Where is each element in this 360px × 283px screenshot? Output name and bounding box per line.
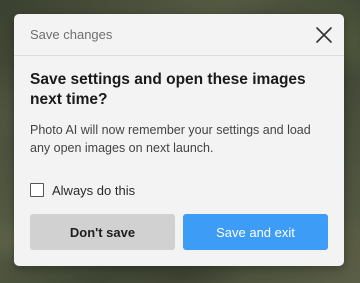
close-icon xyxy=(316,27,332,43)
dialog-message: Photo AI will now remember your settings… xyxy=(30,123,311,155)
always-do-this-option[interactable]: Always do this xyxy=(30,182,135,198)
always-do-this-checkbox[interactable] xyxy=(30,183,44,197)
close-button[interactable] xyxy=(314,25,334,45)
dialog-header: Save changes xyxy=(14,14,344,56)
dialog-title: Save changes xyxy=(30,27,113,42)
save-and-exit-button[interactable]: Save and exit xyxy=(183,214,328,250)
save-changes-dialog: Save changes Save settings and open thes… xyxy=(14,14,344,266)
dialog-heading: Save settings and open these images next… xyxy=(30,71,306,108)
always-do-this-label: Always do this xyxy=(52,182,136,198)
dont-save-button[interactable]: Don't save xyxy=(30,214,175,250)
